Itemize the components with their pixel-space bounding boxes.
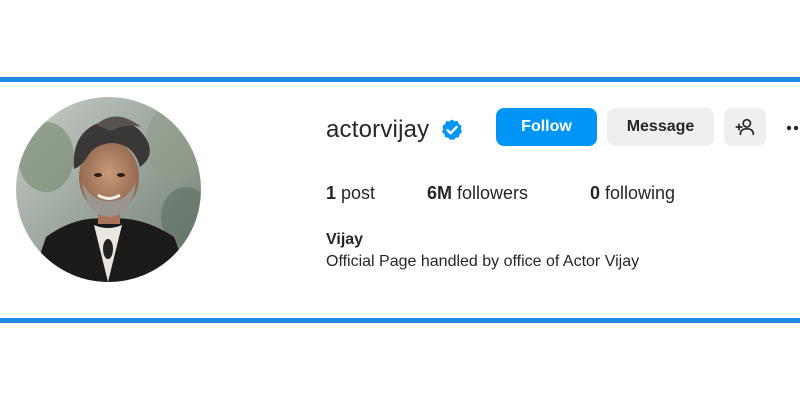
posts-count-stat: 1 post [326, 181, 375, 205]
followers-label: followers [452, 183, 529, 203]
avatar-photo [16, 97, 201, 282]
profile-header-frame: actorvijay Follow Message 1 post 6M foll… [0, 0, 800, 400]
following-count-stat[interactable]: 0 following [590, 181, 675, 205]
followers-count-stat[interactable]: 6M followers [427, 181, 528, 205]
message-button[interactable]: Message [607, 108, 714, 146]
profile-username: actorvijay [326, 116, 430, 143]
following-label: following [600, 183, 676, 203]
verified-badge-icon [442, 119, 462, 140]
top-accent-rule [0, 77, 800, 82]
more-options-icon[interactable] [786, 118, 800, 138]
follow-button[interactable]: Follow [496, 108, 597, 146]
following-count: 0 [590, 183, 601, 203]
avatar[interactable] [16, 97, 201, 282]
profile-full-name: Vijay [326, 231, 364, 248]
followers-count: 6M [427, 183, 453, 203]
posts-label: post [336, 183, 376, 203]
bottom-accent-rule [0, 318, 800, 323]
add-person-icon [735, 118, 755, 136]
suggest-accounts-button[interactable] [724, 108, 766, 146]
profile-bio: Official Page handled by office of Actor… [326, 253, 640, 270]
posts-count: 1 [326, 183, 337, 203]
